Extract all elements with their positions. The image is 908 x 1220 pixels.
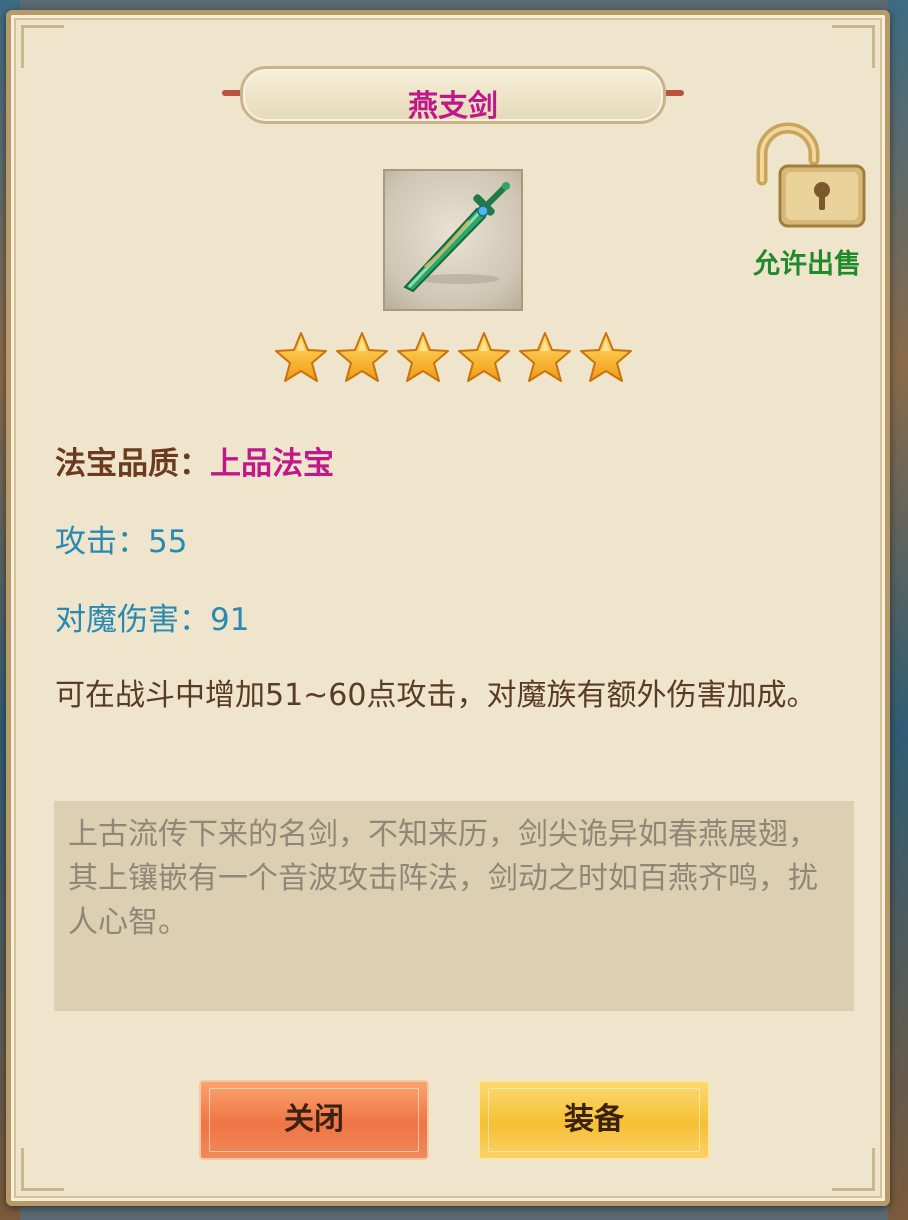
star-icon: [456, 330, 512, 386]
star-icon: [273, 330, 329, 386]
title-banner: 燕支剑: [222, 62, 684, 124]
corner-ornament: [21, 25, 64, 68]
sell-status-label: 允许出售: [753, 249, 861, 280]
lore-text: 上古流传下来的名剑，不知来历，剑尖诡异如春燕展翅，其上镶嵌有一个音波攻击阵法，剑…: [68, 817, 818, 940]
quality-value: 上品法宝: [210, 446, 334, 482]
star-icon: [578, 330, 634, 386]
item-name-title: 燕支剑: [408, 89, 498, 124]
stat-value: 91: [210, 602, 250, 638]
corner-ornament: [832, 25, 875, 68]
unlocked-padlock-icon[interactable]: [744, 120, 868, 230]
corner-ornament: [21, 1148, 64, 1191]
equip-button[interactable]: 装备: [478, 1080, 710, 1160]
quality-row: 法宝品质：上品法宝: [55, 438, 334, 483]
green-sword-icon: [403, 182, 510, 293]
close-button[interactable]: 关闭: [199, 1080, 429, 1160]
effect-description: 可在战斗中增加51~60点攻击，对魔族有额外伤害加成。: [55, 678, 817, 713]
stat-row-demon-damage: 对魔伤害：91: [55, 594, 249, 639]
stat-label: 攻击：: [55, 524, 148, 560]
title-plate: 燕支剑: [240, 66, 666, 124]
stat-value: 55: [148, 524, 188, 560]
corner-ornament: [832, 1148, 875, 1191]
background-right-strip: [888, 0, 908, 1220]
star-icon: [395, 330, 451, 386]
quality-label: 法宝品质：: [55, 446, 210, 482]
button-inner-border: [488, 1088, 700, 1152]
button-inner-border: [209, 1088, 419, 1152]
star-icon: [517, 330, 573, 386]
stat-label: 对魔伤害：: [55, 602, 210, 638]
item-icon-frame: [383, 169, 523, 311]
lore-text-box: 上古流传下来的名剑，不知来历，剑尖诡异如春燕展翅，其上镶嵌有一个音波攻击阵法，剑…: [54, 801, 854, 1011]
stat-row-attack: 攻击：55: [55, 516, 187, 561]
star-icon: [334, 330, 390, 386]
